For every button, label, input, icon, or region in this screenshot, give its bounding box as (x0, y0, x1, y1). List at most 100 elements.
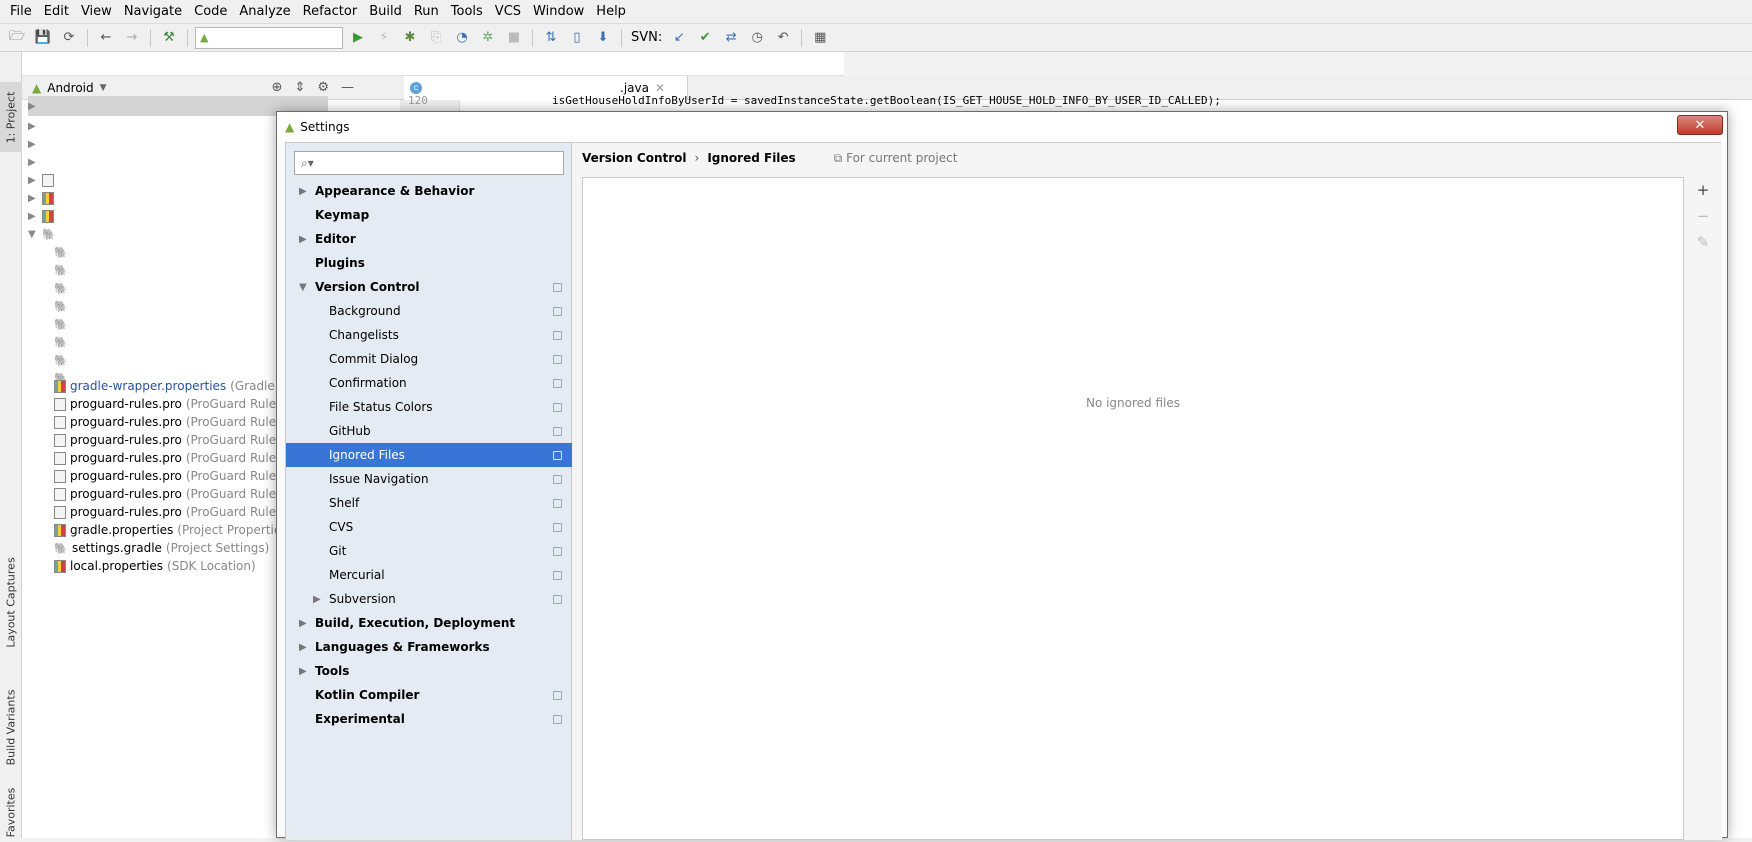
project-view-select[interactable]: Android (47, 81, 93, 95)
expand-icon[interactable]: ▶ (299, 642, 307, 653)
expand-icon[interactable]: ▶ (299, 666, 307, 677)
favorites-tab[interactable]: Favorites (0, 782, 22, 842)
hide-icon[interactable]: — (341, 80, 354, 95)
tree-row-file[interactable]: local.properties (SDK Location) (54, 556, 256, 576)
settings-item-experimental[interactable]: Experimental (286, 707, 572, 731)
expand-icon[interactable]: ▶ (313, 594, 321, 605)
tree-row-gradle-file[interactable]: 🐘 (54, 350, 72, 370)
menu-file[interactable]: File (4, 0, 38, 24)
code-line[interactable]: isGetHouseHoldInfoByUserId = savedInstan… (552, 94, 1221, 107)
run-icon[interactable]: ▶ (347, 27, 369, 49)
settings-item-version-control[interactable]: ▼ Version Control (286, 275, 572, 299)
tree-row-file[interactable]: gradle.properties (Project Properties) (54, 520, 292, 540)
layout-captures-tab[interactable]: Layout Captures (0, 552, 22, 652)
settings-item-tools[interactable]: ▶ Tools (286, 659, 572, 683)
tree-row-file[interactable]: gradle-wrapper.properties (Gradle Ver (54, 376, 298, 396)
debug-attach-icon[interactable]: ✲ (477, 27, 499, 49)
tree-row[interactable]: ▶ (28, 152, 42, 172)
tree-row[interactable]: ▶ (28, 188, 58, 208)
menu-vcs[interactable]: VCS (489, 0, 527, 24)
collapse-icon[interactable]: ▼ (299, 282, 307, 293)
settings-item-editor[interactable]: ▶ Editor (286, 227, 572, 251)
settings-item-plugins[interactable]: Plugins (286, 251, 572, 275)
locate-icon[interactable]: ⊕ (272, 80, 283, 95)
menu-navigate[interactable]: Navigate (118, 0, 188, 24)
menu-help[interactable]: Help (590, 0, 632, 24)
menu-code[interactable]: Code (188, 0, 233, 24)
sync-icon[interactable]: ⟳ (58, 27, 80, 49)
svn-update-icon[interactable]: ↙ (668, 27, 690, 49)
settings-item-languages-frameworks[interactable]: ▶ Languages & Frameworks (286, 635, 572, 659)
settings-item-kotlin-compiler[interactable]: Kotlin Compiler (286, 683, 572, 707)
debug-icon[interactable]: ✱ (399, 27, 421, 49)
svn-history-icon[interactable]: ◷ (746, 27, 768, 49)
settings-item-subversion[interactable]: ▶ Subversion (286, 587, 572, 611)
settings-item-cvs[interactable]: CVS (286, 515, 572, 539)
project-tool-tab[interactable]: 1: Project (0, 82, 22, 152)
ignored-files-list[interactable]: No ignored files (582, 177, 1684, 840)
expand-icon[interactable]: ▶ (28, 211, 42, 222)
close-button[interactable]: ✕ (1677, 115, 1723, 135)
expand-icon[interactable]: ▶ (299, 618, 307, 629)
settings-item-shelf[interactable]: Shelf (286, 491, 572, 515)
settings-item-git[interactable]: Git (286, 539, 572, 563)
menu-refactor[interactable]: Refactor (297, 0, 364, 24)
tree-row[interactable]: ▶ (28, 116, 42, 136)
settings-item-file-status-colors[interactable]: File Status Colors (286, 395, 572, 419)
settings-item-build-execution-deployment[interactable]: ▶ Build, Execution, Deployment (286, 611, 572, 635)
menu-view[interactable]: View (75, 0, 118, 24)
settings-item-commit-dialog[interactable]: Commit Dialog (286, 347, 572, 371)
tree-row-gradle-file[interactable]: 🐘 (54, 332, 72, 352)
tree-row-gradle-file[interactable]: 🐘 (54, 314, 72, 334)
tree-row-file[interactable]: proguard-rules.pro (ProGuard Rules fo (54, 412, 298, 432)
tree-row-file[interactable]: proguard-rules.pro (ProGuard Rules fo (54, 430, 298, 450)
tree-row-gradle-file[interactable]: 🐘 (54, 242, 72, 262)
apply-changes-icon[interactable]: ⚡ (373, 27, 395, 49)
stop-icon[interactable]: ■ (503, 27, 525, 49)
tree-row-gradle-file[interactable]: 🐘 (54, 296, 72, 316)
settings-item-ignored-files[interactable]: Ignored Files (286, 443, 572, 467)
tree-row-gradle-file[interactable]: 🐘 (54, 278, 72, 298)
expand-icon[interactable]: ▶ (28, 193, 42, 204)
expand-icon[interactable]: ▶ (28, 175, 42, 186)
expand-icon[interactable]: ▶ (299, 234, 307, 245)
profile-icon[interactable]: ◔ (451, 27, 473, 49)
expand-icon[interactable]: ▶ (28, 157, 42, 168)
run-configuration-select[interactable]: ▲ (195, 26, 343, 49)
tree-row[interactable]: ▶ (28, 170, 58, 190)
settings-item-confirmation[interactable]: Confirmation (286, 371, 572, 395)
menu-window[interactable]: Window (527, 0, 590, 24)
settings-item-appearance-behavior[interactable]: ▶ Appearance & Behavior (286, 179, 572, 203)
tree-row-file[interactable]: proguard-rules.pro (ProGuard Rules fo (54, 394, 298, 414)
tree-row-file[interactable]: proguard-rules.pro (ProGuard Rules fo (54, 466, 298, 486)
settings-item-mercurial[interactable]: Mercurial (286, 563, 572, 587)
back-icon[interactable]: ← (95, 27, 117, 49)
menu-run[interactable]: Run (408, 0, 445, 24)
tree-row[interactable]: ▶ (28, 134, 42, 154)
svn-commit-icon[interactable]: ✔ (694, 27, 716, 49)
expand-icon[interactable]: ▶ (28, 139, 42, 150)
menu-analyze[interactable]: Analyze (233, 0, 296, 24)
forward-icon[interactable]: → (121, 27, 143, 49)
tree-row-file[interactable]: proguard-rules.pro (ProGuard Rules fo (54, 502, 298, 522)
tree-row-file[interactable]: proguard-rules.pro (ProGuard Rules fo (54, 448, 298, 468)
edit-icon[interactable]: ✎ (1697, 233, 1710, 251)
settings-item-keymap[interactable]: Keymap (286, 203, 572, 227)
settings-item-github[interactable]: GitHub (286, 419, 572, 443)
avd-manager-icon[interactable]: ▯ (566, 27, 588, 49)
settings-item-background[interactable]: Background (286, 299, 572, 323)
chevron-down-icon[interactable]: ▼ (100, 83, 107, 93)
project-structure-icon[interactable]: ▦ (809, 27, 831, 49)
expand-icon[interactable]: ▶ (299, 186, 307, 197)
tree-row-gradle-scripts[interactable]: ▼ 🐘 (28, 224, 60, 244)
settings-item-issue-navigation[interactable]: Issue Navigation (286, 467, 572, 491)
make-project-icon[interactable]: ⚒ (158, 27, 180, 49)
build-variants-tab[interactable]: Build Variants (0, 682, 22, 772)
expand-icon[interactable]: ▶ (28, 101, 42, 112)
remove-icon[interactable]: − (1697, 207, 1710, 225)
gear-icon[interactable]: ⚙ (317, 80, 329, 95)
menu-build[interactable]: Build (363, 0, 408, 24)
menu-tools[interactable]: Tools (445, 0, 489, 24)
tree-row-file[interactable]: 🐘 settings.gradle (Project Settings) (54, 538, 269, 558)
gradle-sync-icon[interactable]: ⇅ (540, 27, 562, 49)
